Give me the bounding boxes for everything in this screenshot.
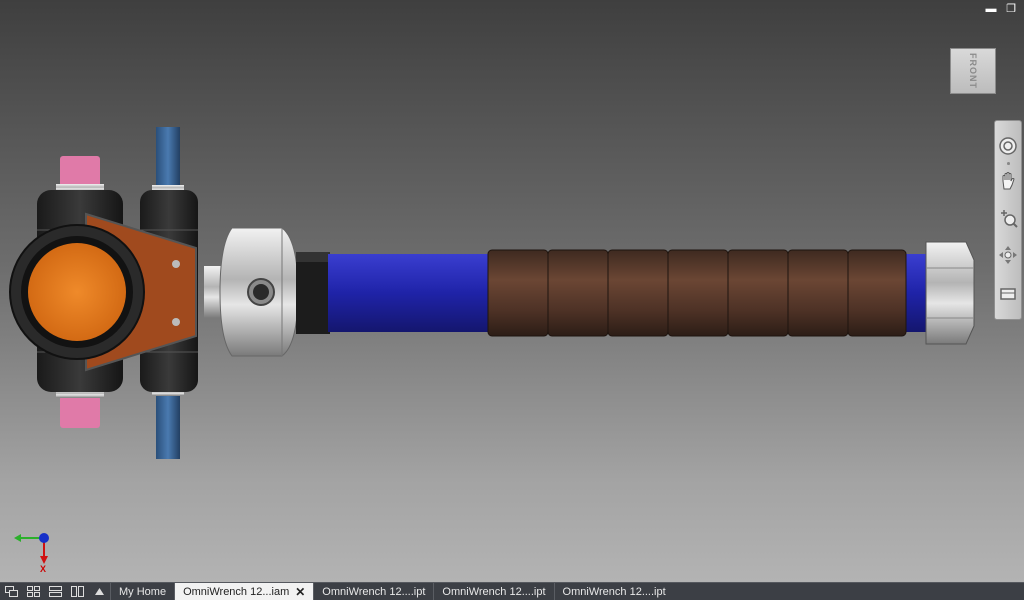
- lower-rod: [156, 392, 180, 459]
- end-nut: [925, 241, 975, 345]
- viewcube[interactable]: FRONT: [950, 48, 996, 94]
- wooden-grip: [487, 249, 907, 337]
- full-navigation-wheel-icon[interactable]: [997, 135, 1019, 156]
- tab-omniwrench-part-1[interactable]: OmniWrench 12....ipt: [313, 583, 433, 600]
- tile-horizontal-icon[interactable]: [44, 583, 66, 600]
- document-tab-bar: My Home OmniWrench 12...iam ✕ OmniWrench…: [0, 582, 1024, 600]
- tab-menu-up-icon[interactable]: [88, 583, 110, 600]
- tile-vertical-icon[interactable]: [66, 583, 88, 600]
- upper-rod: [156, 127, 180, 189]
- orbit-icon[interactable]: [997, 245, 1019, 266]
- zoom-icon[interactable]: [997, 208, 1019, 229]
- upper-pin: [60, 156, 100, 188]
- model-viewport[interactable]: [0, 0, 990, 580]
- tab-label: OmniWrench 12....ipt: [442, 585, 546, 598]
- triad-graphic: [14, 533, 49, 564]
- tab-my-home[interactable]: My Home: [110, 583, 174, 600]
- x-axis-label: X: [40, 564, 47, 574]
- tab-omniwrench-part-2[interactable]: OmniWrench 12....ipt: [433, 583, 553, 600]
- tab-omniwrench-assembly[interactable]: OmniWrench 12...iam ✕: [174, 583, 314, 600]
- orange-disc: [28, 243, 126, 341]
- blue-handle: [328, 254, 490, 332]
- look-at-icon[interactable]: [997, 282, 1019, 303]
- tile-windows-icon[interactable]: [22, 583, 44, 600]
- lower-pin: [60, 396, 100, 428]
- pan-icon[interactable]: [997, 171, 1019, 192]
- tab-label: OmniWrench 12...iam: [183, 585, 290, 598]
- axis-triad: X: [8, 528, 58, 576]
- restore-button[interactable]: ❐: [1004, 2, 1018, 16]
- tab-omniwrench-part-3[interactable]: OmniWrench 12....ipt: [553, 583, 674, 600]
- close-icon[interactable]: ✕: [295, 585, 305, 599]
- tab-label: My Home: [119, 585, 167, 598]
- tab-label: OmniWrench 12....ipt: [562, 585, 666, 598]
- tab-label: OmniWrench 12....ipt: [322, 585, 426, 598]
- navigation-bar: [994, 120, 1022, 320]
- viewcube-face-label[interactable]: FRONT: [968, 53, 978, 89]
- cascade-windows-icon[interactable]: [0, 583, 22, 600]
